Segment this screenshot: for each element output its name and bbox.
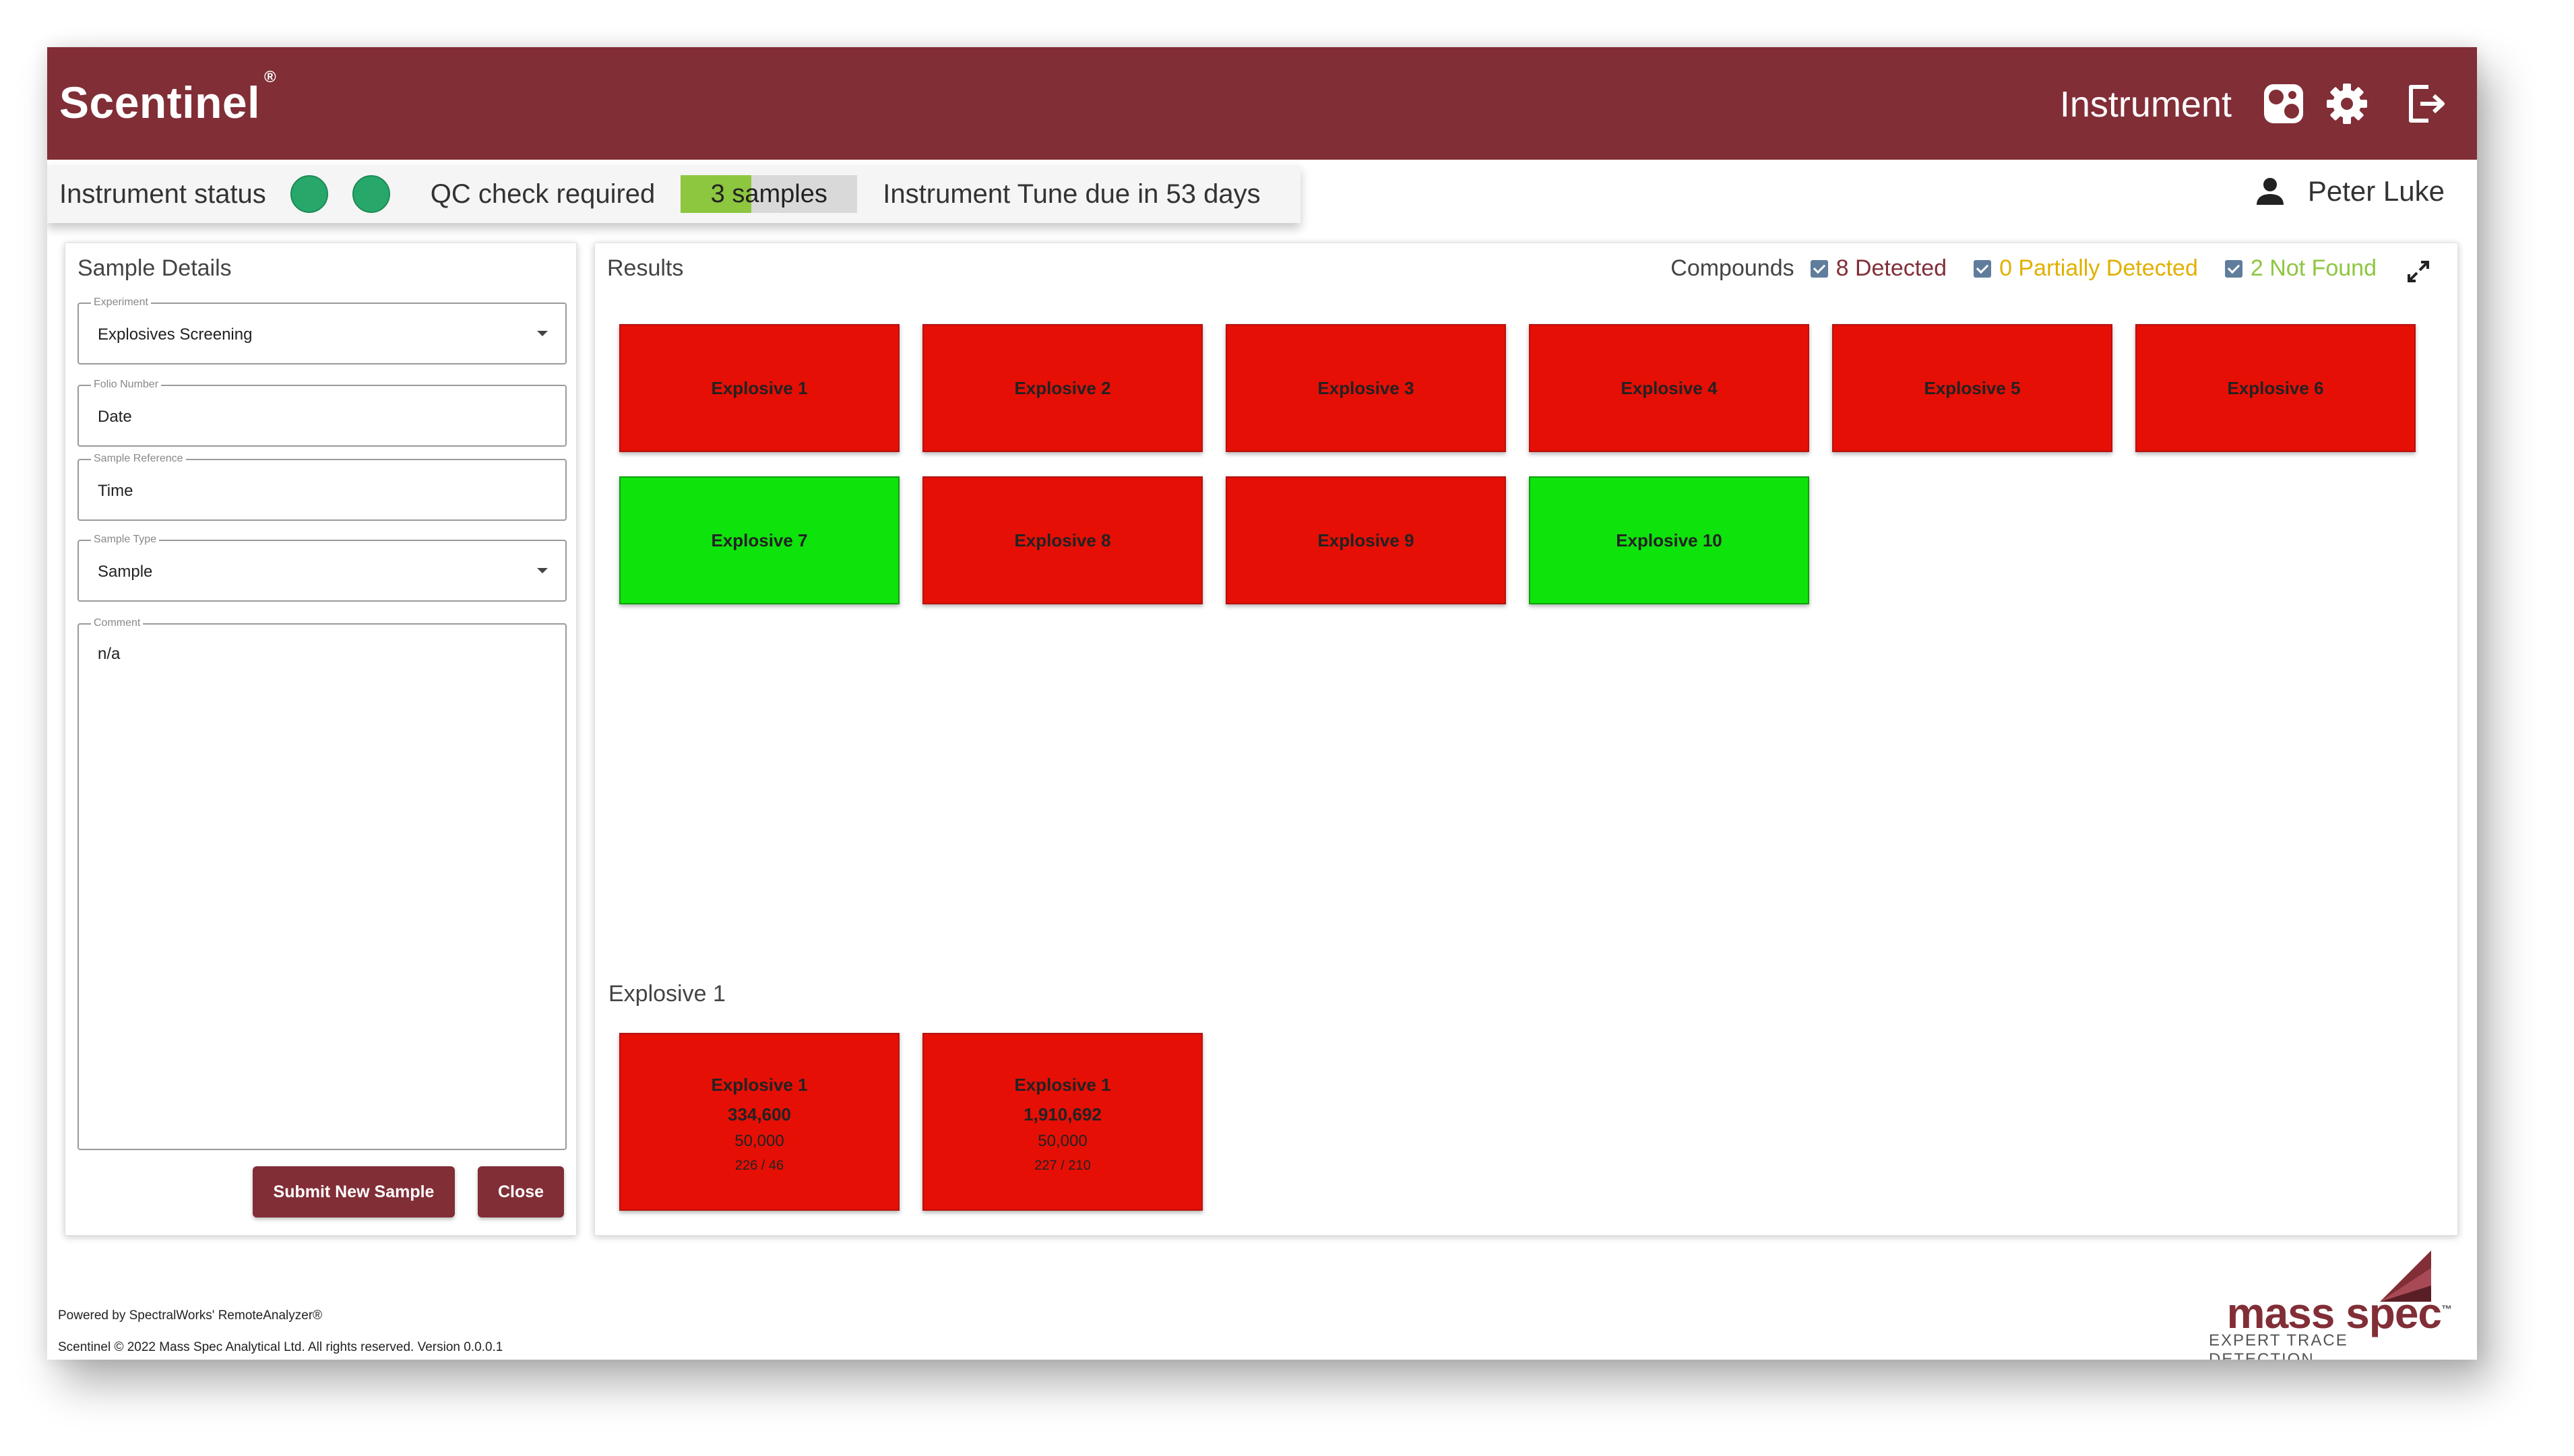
detail-section-title: Explosive 1 [608, 981, 726, 1007]
legend-not-found[interactable]: 2 Not Found [2224, 255, 2377, 282]
compounds-label: Compounds [1670, 255, 1794, 281]
compound-tile-label: Explosive 2 [1014, 377, 1111, 398]
user-icon [2256, 178, 2284, 205]
gear-icon[interactable] [2325, 82, 2369, 126]
user-menu[interactable]: Peter Luke [2254, 175, 2445, 208]
comment-value: n/a [98, 645, 121, 663]
detail-tile-ratio: 226 / 46 [734, 1158, 784, 1173]
logo-trademark: ™ [2441, 1304, 2452, 1316]
compounds-legend: Compounds 8 Detected 0 Partially Detecte… [1670, 255, 2377, 282]
experiment-select[interactable]: Experiment Explosives Screening [77, 296, 567, 365]
logo-tagline: EXPERT TRACE DETECTION [2209, 1331, 2348, 1360]
legend-not-found-label: 2 Not Found [2250, 255, 2377, 281]
qc-progress-label: 3 samples [710, 180, 827, 208]
comment-textarea[interactable]: Comment n/a [77, 616, 567, 1150]
chevron-down-icon [537, 568, 548, 573]
legend-partially-detected-label: 0 Partially Detected [1999, 255, 2198, 281]
compound-tile-label: Explosive 8 [1014, 530, 1111, 550]
submit-new-sample-button[interactable]: Submit New Sample [253, 1166, 455, 1217]
sample-details-title: Sample Details [77, 255, 232, 281]
checkbox-checked-icon[interactable] [1810, 259, 1828, 278]
qc-progress-bar: 3 samples [681, 175, 858, 213]
sample-type-select[interactable]: Sample Type Sample [77, 533, 567, 602]
brand-registered-mark: ® [263, 68, 277, 86]
compound-tile-explosive-9[interactable]: Explosive 9 [1226, 476, 1506, 604]
legend-partially-detected[interactable]: 0 Partially Detected [1974, 255, 2198, 282]
compound-tile-explosive-2[interactable]: Explosive 2 [922, 324, 1203, 452]
compound-tile-label: Explosive 6 [2227, 377, 2324, 398]
detail-tile-value: 1,910,692 [1024, 1104, 1102, 1125]
chevron-down-icon [537, 331, 548, 336]
sample-details-panel: Sample Details Experiment Explosives Scr… [65, 243, 577, 1236]
tune-due-label: Instrument Tune due in 53 days [883, 179, 1261, 209]
mass-spec-logo: mass spec™ EXPERT TRACE DETECTION [2209, 1248, 2465, 1360]
logo-wordmark: mass spec™ [2226, 1288, 2452, 1338]
compound-tile-explosive-5[interactable]: Explosive 5 [1832, 324, 2112, 452]
logout-icon[interactable] [2404, 82, 2449, 126]
compound-tile-explosive-8[interactable]: Explosive 8 [922, 476, 1203, 604]
checkbox-checked-icon[interactable] [2224, 259, 2242, 278]
instrument-status-label: Instrument status [59, 179, 266, 209]
sample-type-value: Sample [98, 563, 153, 581]
instrument-status-bar: Instrument status QC check required 3 sa… [47, 165, 1300, 223]
app-header: Scentinel® Instrument [47, 47, 2477, 160]
expand-icon[interactable] [2405, 258, 2432, 285]
compound-tile-explosive-6[interactable]: Explosive 6 [2135, 324, 2416, 452]
detail-tile-name: Explosive 1 [711, 1075, 808, 1095]
compound-tile-explosive-10[interactable]: Explosive 10 [1529, 476, 1809, 604]
compound-tile-label: Explosive 7 [711, 530, 808, 550]
status-indicator-2 [352, 175, 390, 213]
powered-by-text: Powered by SpectralWorks' RemoteAnalyzer… [58, 1308, 323, 1323]
detail-tile-2[interactable]: Explosive 1 1,910,692 50,000 227 / 210 [922, 1033, 1203, 1211]
copyright-text: Scentinel © 2022 Mass Spec Analytical Lt… [58, 1340, 503, 1354]
compound-tile-label: Explosive 9 [1317, 530, 1414, 550]
status-indicator-1 [290, 175, 328, 213]
instrument-icon[interactable] [2261, 82, 2306, 126]
compound-tile-explosive-1[interactable]: Explosive 1 [619, 324, 900, 452]
user-name: Peter Luke [2307, 175, 2445, 207]
sample-reference-value: Time [98, 482, 133, 500]
compound-tile-label: Explosive 1 [711, 377, 808, 398]
compound-tile-explosive-7[interactable]: Explosive 7 [619, 476, 900, 604]
compound-tile-explosive-4[interactable]: Explosive 4 [1529, 324, 1809, 452]
detail-tile-value: 334,600 [728, 1104, 791, 1125]
compound-tile-explosive-3[interactable]: Explosive 3 [1226, 324, 1506, 452]
compound-tile-label: Explosive 4 [1621, 377, 1718, 398]
brand-logo[interactable]: Scentinel® [59, 68, 276, 128]
detail-tile-name: Explosive 1 [1014, 1075, 1111, 1095]
folio-number-field[interactable]: Folio Number Date [77, 378, 567, 447]
detail-tile-threshold: 50,000 [734, 1132, 784, 1150]
legend-detected-label: 8 Detected [1835, 255, 1947, 281]
page-title: Instrument [2059, 84, 2232, 125]
logo-text: mass spec [2226, 1289, 2442, 1337]
folio-number-value: Date [98, 408, 132, 426]
detail-tile-ratio: 227 / 210 [1034, 1158, 1091, 1173]
results-panel: Results Compounds 8 Detected 0 Partially… [594, 243, 2458, 1236]
detail-tile-threshold: 50,000 [1038, 1132, 1088, 1150]
checkbox-checked-icon[interactable] [1974, 259, 1992, 278]
comment-label: Comment [91, 616, 144, 630]
compound-tile-label: Explosive 5 [1924, 377, 2021, 398]
detail-tile-1[interactable]: Explosive 1 334,600 50,000 226 / 46 [619, 1033, 900, 1211]
legend-detected[interactable]: 8 Detected [1810, 255, 1947, 282]
experiment-value: Explosives Screening [98, 325, 253, 344]
close-button[interactable]: Close [478, 1166, 564, 1217]
compound-tile-label: Explosive 10 [1616, 530, 1722, 550]
results-title: Results [607, 255, 684, 281]
brand-name: Scentinel [59, 77, 260, 127]
sample-reference-field[interactable]: Sample Reference Time [77, 452, 567, 521]
app-window: Scentinel® Instrument Instrument status … [47, 47, 2477, 1360]
compound-tile-label: Explosive 3 [1317, 377, 1414, 398]
qc-check-label: QC check required [430, 179, 656, 209]
